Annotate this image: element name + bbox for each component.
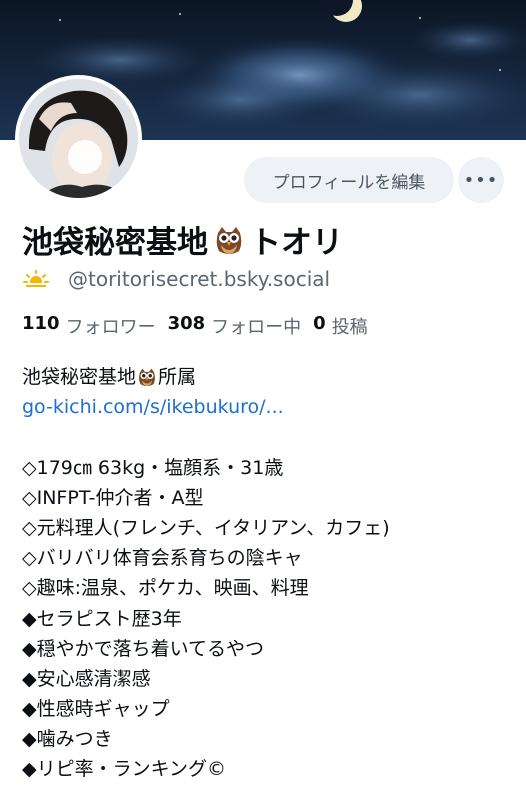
owl-icon (216, 226, 242, 254)
ellipsis-icon: ••• (463, 169, 499, 191)
bio-line: ◆セラピスト歴3年 (22, 607, 182, 630)
bio-line: ◆安心感清潔感 (22, 667, 151, 690)
avatar[interactable] (15, 75, 142, 202)
bio-line: ◇元料理人(フレンチ、イタリアン、カフェ) (22, 516, 390, 539)
following-count[interactable]: 308 (168, 313, 206, 339)
posts-label: 投稿 (331, 317, 368, 338)
following-label[interactable]: フォロー中 (211, 313, 301, 339)
bio-line: ◇INFPT-仲介者・A型 (22, 486, 204, 509)
bio-link[interactable]: go-kichi.com/s/ikebukuro/... (22, 392, 284, 422)
bio-line: 池袋秘密基地 所属 (22, 362, 512, 392)
bio-blank-line (22, 422, 512, 452)
bio-line: ◇趣味:温泉、ポケカ、映画、料理 (22, 577, 309, 600)
bio-link-line: go-kichi.com/s/ikebukuro/... (22, 392, 512, 422)
owl-icon (139, 368, 155, 387)
bio-affiliation: 池袋秘密基地 (22, 366, 137, 388)
edit-profile-button[interactable]: プロフィールを編集 (244, 157, 454, 203)
bio-line: ◇バリバリ体育会系育ちの陰キャ (22, 547, 303, 570)
followers-label[interactable]: フォロワー (66, 313, 156, 339)
followers-count[interactable]: 110 (22, 313, 60, 339)
profile-stats: 110 フォロワー 308 フォロー中 0 投稿 (22, 313, 380, 339)
bio-line: ◆噛みつき (22, 728, 113, 751)
avatar-image (19, 79, 138, 198)
user-handle[interactable]: @toritorisecret.bsky.social (68, 267, 330, 291)
bio-affiliation-suffix: 所属 (158, 366, 197, 388)
handle-row: @toritorisecret.bsky.social (22, 267, 330, 291)
posts-count: 0 (313, 313, 326, 334)
more-options-button[interactable]: ••• (458, 157, 504, 203)
display-name: 池袋秘密基地 トオリ (22, 217, 343, 262)
bio-line: ◆リピ率・ランキング© (22, 758, 227, 781)
bio-line: ◇179㎝ 63kg・塩顔系・31歳 (22, 456, 284, 479)
bio-line: ◆穏やかで落ち着いてるやつ (22, 637, 265, 660)
display-name-part1: 池袋秘密基地 (22, 225, 208, 261)
display-name-part2: トオリ (250, 225, 343, 261)
profile-bio: 池袋秘密基地 所属 go-kichi.com/s/ikebukuro/... ◇… (22, 362, 512, 785)
bio-line: ◆性感時ギャップ (22, 698, 170, 721)
sun-icon (22, 270, 50, 289)
